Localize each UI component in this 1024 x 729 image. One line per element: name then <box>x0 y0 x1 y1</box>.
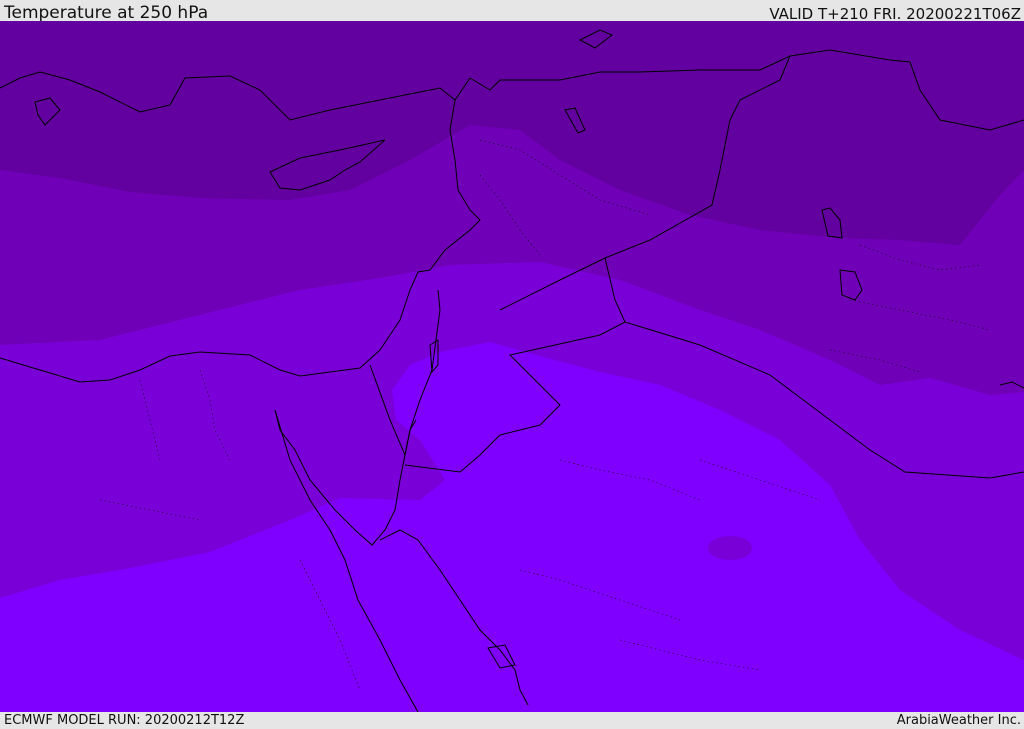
map-title: Temperature at 250 hPa <box>4 3 209 23</box>
temperature-map[interactable] <box>0 21 1024 712</box>
mid-blob <box>708 536 752 560</box>
model-run-label: ECMWF MODEL RUN: 20200212T12Z <box>4 713 245 728</box>
header-bar: Temperature at 250 hPa VALID T+210 FRI. … <box>0 0 1024 23</box>
credit-label: ArabiaWeather Inc. <box>896 713 1021 728</box>
